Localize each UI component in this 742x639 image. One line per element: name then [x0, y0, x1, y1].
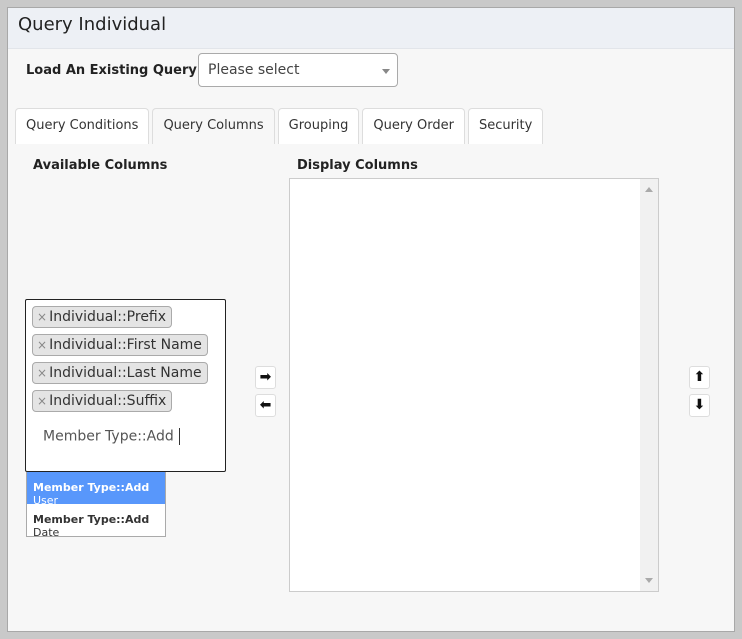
page-title: Query Individual [8, 8, 734, 49]
remove-chip-icon[interactable]: × [37, 394, 47, 408]
selected-chip: × Individual::Prefix [32, 306, 173, 328]
arrow-up-icon: ⬆ [693, 369, 706, 385]
tab-security[interactable]: Security [467, 108, 544, 144]
selected-chip: × Individual::Suffix [32, 390, 173, 412]
available-columns-multiselect[interactable]: × Individual::Prefix × Individual::First N… [25, 299, 226, 472]
remove-column-button[interactable]: ⬅ [255, 394, 276, 417]
display-columns-heading: Display Columns [297, 158, 418, 173]
scroll-down-icon[interactable] [645, 578, 653, 583]
suggestion-option[interactable]: Member Type::Add Date [27, 504, 165, 539]
chevron-down-icon [382, 69, 390, 74]
suggestion-dropdown: Member Type::Add User Member Type::Add D… [26, 472, 166, 539]
selected-chip: × Individual::Last Name [32, 362, 208, 384]
tab-grouping[interactable]: Grouping [277, 108, 360, 144]
suggestion-option[interactable]: Member Type::Add User [27, 472, 165, 507]
tab-query-conditions[interactable]: Query Conditions [15, 108, 150, 144]
load-query-select[interactable]: Please select [198, 53, 398, 87]
display-columns-list[interactable] [289, 178, 659, 592]
available-columns-heading: Available Columns [33, 158, 168, 173]
remove-chip-icon[interactable]: × [37, 338, 47, 352]
move-down-button[interactable]: ⬇ [689, 394, 710, 417]
arrow-left-icon: ⬅ [259, 397, 272, 413]
select-value: Please select [208, 62, 300, 78]
text-cursor [178, 428, 180, 445]
arrow-right-icon: ➡ [259, 369, 272, 385]
search-input[interactable]: Member Type::Add [32, 418, 219, 455]
selected-chip: × Individual::First Name [32, 334, 208, 356]
tab-query-columns[interactable]: Query Columns [152, 108, 275, 144]
arrow-down-icon: ⬇ [693, 397, 706, 413]
move-up-button[interactable]: ⬆ [689, 366, 710, 389]
tab-bar: Query Conditions Query Columns Grouping … [15, 108, 544, 144]
remove-chip-icon[interactable]: × [37, 366, 47, 380]
tab-query-order[interactable]: Query Order [362, 108, 465, 144]
add-column-button[interactable]: ➡ [255, 366, 276, 389]
load-query-label: Load An Existing Query: [26, 63, 203, 78]
remove-chip-icon[interactable]: × [37, 310, 47, 324]
scroll-up-icon[interactable] [645, 187, 653, 192]
scrollbar[interactable] [640, 179, 658, 591]
